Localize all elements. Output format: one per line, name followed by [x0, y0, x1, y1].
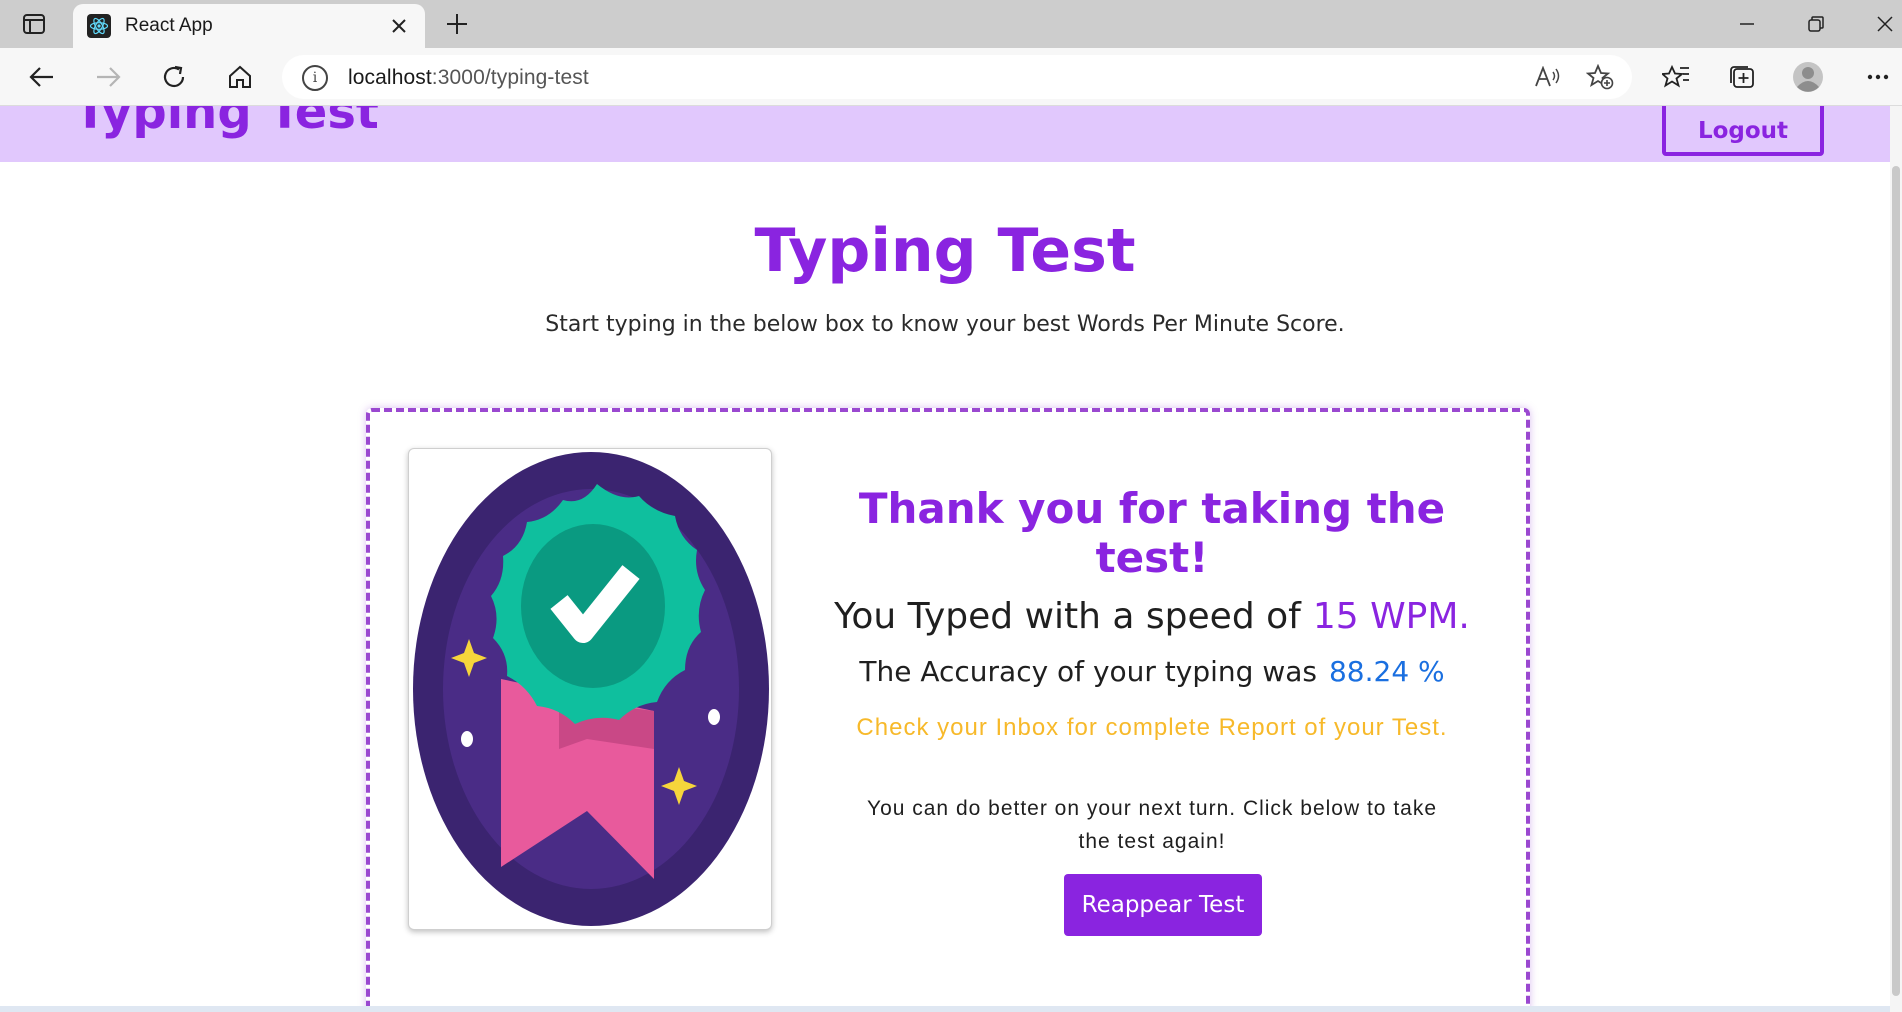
- address-bar[interactable]: i localhost:3000/typing-test: [282, 55, 1632, 99]
- accuracy-result: The Accuracy of your typing was 88.24 %: [802, 655, 1502, 688]
- thanks-heading: Thank you for taking the test!: [858, 484, 1446, 582]
- badge-image: [408, 448, 772, 930]
- home-icon[interactable]: [224, 61, 256, 93]
- tab-actions-icon[interactable]: [20, 12, 48, 36]
- tab-title: React App: [125, 15, 213, 36]
- profile-icon[interactable]: [1792, 61, 1824, 93]
- info-icon[interactable]: i: [302, 65, 328, 91]
- inbox-message: Check your Inbox for complete Report of …: [856, 714, 1448, 741]
- navbar: Typing Test Logout: [0, 106, 1890, 162]
- browser-toolbar: i localhost:3000/typing-test: [0, 48, 1902, 106]
- navbar-brand[interactable]: Typing Test: [74, 106, 379, 140]
- collections-icon[interactable]: [1726, 61, 1758, 93]
- refresh-icon[interactable]: [158, 61, 190, 93]
- window-close-icon[interactable]: [1870, 10, 1900, 38]
- address-url[interactable]: localhost:3000/typing-test: [348, 66, 589, 90]
- plus-icon[interactable]: [441, 10, 473, 38]
- accuracy-label: The Accuracy of your typing was: [859, 655, 1317, 688]
- minimize-icon[interactable]: [1732, 10, 1762, 38]
- result-card: Thank you for taking the test! You Typed…: [366, 408, 1530, 1012]
- speed-label: You Typed with a speed of: [834, 596, 1301, 637]
- page-bottom-edge: [0, 1006, 1890, 1012]
- back-icon[interactable]: [26, 61, 58, 93]
- speed-value: 15 WPM.: [1312, 596, 1470, 637]
- scrollbar-thumb[interactable]: [1892, 166, 1900, 996]
- page-viewport: Typing Test Logout Typing Test Start typ…: [0, 106, 1902, 1012]
- logout-button[interactable]: Logout: [1662, 106, 1824, 156]
- encourage-message: You can do better on your next turn. Cli…: [866, 797, 1438, 853]
- speed-result: You Typed with a speed of 15 WPM.: [802, 596, 1502, 637]
- restore-icon[interactable]: [1801, 10, 1831, 38]
- result-details: Thank you for taking the test! You Typed…: [802, 412, 1502, 1012]
- page-subtitle: Start typing in the below box to know yo…: [545, 312, 1345, 337]
- reappear-test-button[interactable]: Reappear Test: [1064, 874, 1262, 936]
- scrollbar[interactable]: [1890, 106, 1902, 1012]
- accuracy-value: 88.24 %: [1328, 655, 1445, 688]
- browser-tab[interactable]: React App: [73, 4, 425, 48]
- award-badge-icon: [413, 452, 769, 926]
- forward-icon[interactable]: [92, 61, 124, 93]
- read-aloud-icon[interactable]: [1532, 63, 1562, 91]
- browser-tab-bar: React App: [0, 0, 1902, 48]
- page-title: Typing Test: [754, 216, 1136, 286]
- add-favorite-icon[interactable]: [1585, 63, 1615, 91]
- favorites-icon[interactable]: [1660, 61, 1692, 93]
- more-icon[interactable]: [1862, 61, 1894, 93]
- close-icon[interactable]: [387, 14, 411, 38]
- react-favicon-icon: [87, 14, 111, 38]
